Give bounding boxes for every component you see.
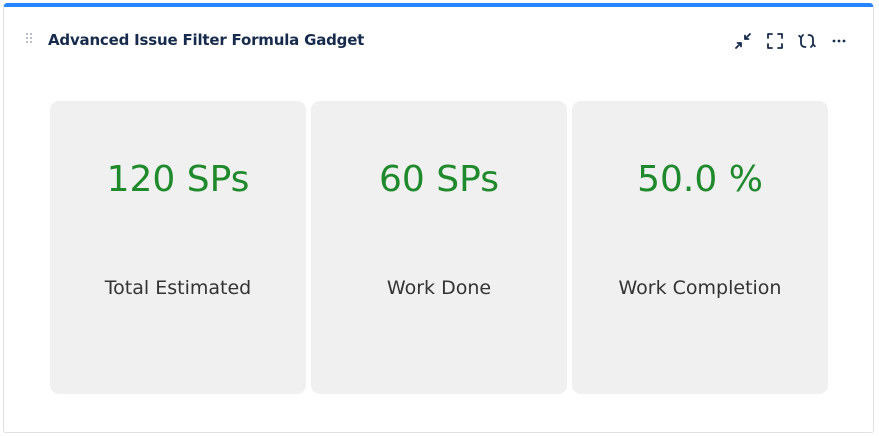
metric-card-work-done: 60 SPs Work Done	[311, 101, 567, 394]
metric-cards: 120 SPs Total Estimated 60 SPs Work Done…	[50, 101, 828, 394]
metric-card-total-estimated: 120 SPs Total Estimated	[50, 101, 306, 394]
refresh-button[interactable]	[793, 29, 821, 53]
maximize-button[interactable]	[761, 29, 789, 53]
gadget-actions	[729, 29, 853, 53]
metric-label: Total Estimated	[104, 277, 252, 299]
minimize-button[interactable]	[729, 29, 757, 53]
minimize-icon	[735, 33, 751, 49]
metric-value: 120 SPs	[106, 159, 250, 200]
metric-label: Work Done	[386, 277, 492, 299]
metric-label: Work Completion	[618, 277, 782, 299]
refresh-icon	[798, 34, 816, 48]
more-button[interactable]	[825, 29, 853, 53]
gadget-title: Advanced Issue Filter Formula Gadget	[48, 31, 365, 49]
metric-value: 60 SPs	[379, 159, 499, 200]
more-icon	[832, 39, 846, 43]
metric-value: 50.0 %	[637, 159, 763, 200]
gadget-panel: Advanced Issue Filter Formula Gadget 120…	[3, 3, 874, 433]
metric-card-work-completion: 50.0 % Work Completion	[572, 101, 828, 394]
gadget-header: Advanced Issue Filter Formula Gadget	[4, 7, 873, 65]
drag-handle-icon[interactable]	[26, 33, 34, 45]
maximize-icon	[767, 33, 783, 49]
